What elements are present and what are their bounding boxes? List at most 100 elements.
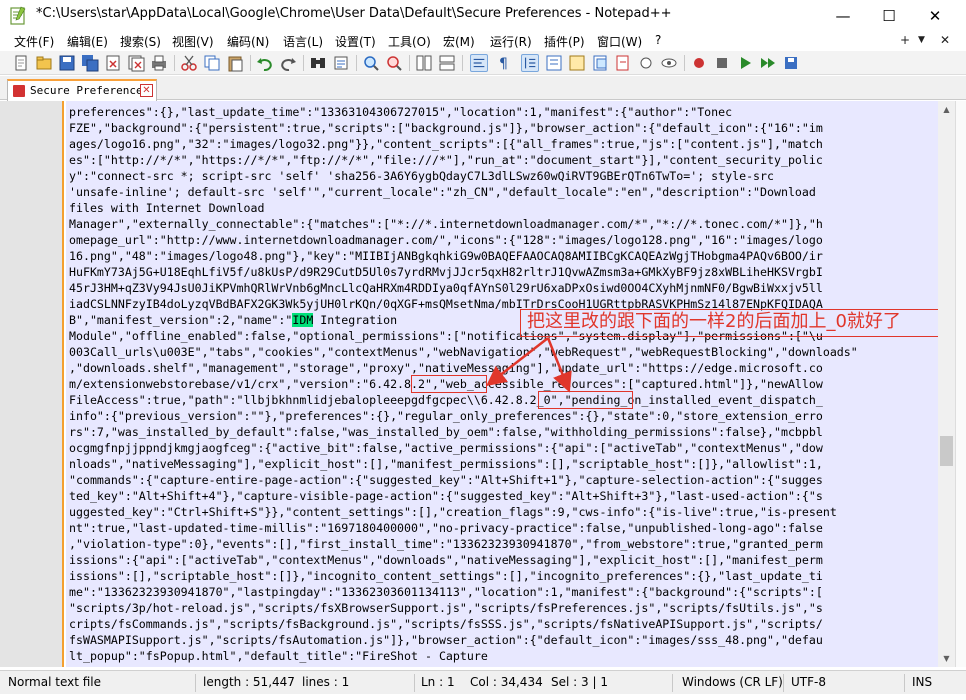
notepadpp-app-icon — [10, 6, 26, 25]
code-line[interactable]: Manager","externally_connectable":{"matc… — [69, 216, 858, 232]
menu-language[interactable]: 语言(L) — [283, 33, 323, 50]
status-separator — [414, 674, 415, 692]
menu-file[interactable]: 文件(F) — [14, 33, 54, 50]
code-line[interactable]: cripts/fsCommands.js","scripts/fsBackgro… — [69, 616, 858, 632]
save-macro-icon[interactable] — [782, 54, 800, 72]
menu-edit[interactable]: 编辑(E) — [67, 33, 108, 50]
code-line[interactable]: files with Internet Download — [69, 200, 858, 216]
zoom-out-icon[interactable] — [385, 54, 403, 72]
record-macro-icon[interactable] — [690, 54, 708, 72]
sync-horizontal-icon[interactable] — [438, 54, 456, 72]
code-line[interactable]: preferences":{},"last_update_time":"1336… — [69, 104, 858, 120]
menu-tools[interactable]: 工具(O) — [388, 33, 431, 50]
code-line[interactable]: ,"downloads.shelf","management","storage… — [69, 360, 858, 376]
code-line[interactable]: uggested_key":"Ctrl+Shift+S"}},"content_… — [69, 504, 858, 520]
tab-close-icon[interactable]: ✕ — [140, 84, 153, 97]
code-line[interactable]: issions":{"api":["activeTab","contextMen… — [69, 552, 858, 568]
new-document-plus[interactable]: + — [900, 33, 910, 47]
code-line[interactable]: "scripts/3p/hot-reload.js","scripts/fsXB… — [69, 600, 858, 616]
monitoring-icon[interactable] — [637, 54, 655, 72]
tab-label: Secure Preferences — [30, 84, 150, 97]
close-file-icon[interactable] — [104, 54, 122, 72]
line-number-gutter — [0, 101, 62, 667]
undo-icon[interactable] — [256, 54, 274, 72]
code-line[interactable]: y":"connect-src *; script-src 'self' 'sh… — [69, 168, 858, 184]
indent-guide-icon[interactable] — [521, 54, 539, 72]
print-icon[interactable] — [150, 54, 168, 72]
maximize-button[interactable]: ☐ — [866, 0, 912, 31]
scroll-down-icon[interactable]: ▼ — [938, 650, 955, 667]
view-icon[interactable] — [660, 54, 678, 72]
stop-macro-icon[interactable] — [713, 54, 731, 72]
sync-vertical-icon[interactable] — [415, 54, 433, 72]
svg-text:¶: ¶ — [499, 56, 508, 72]
open-file-icon[interactable] — [35, 54, 53, 72]
menu-settings[interactable]: 设置(T) — [335, 33, 376, 50]
status-line-number: Ln : 1 — [421, 675, 455, 689]
menu-bar: 文件(F) 编辑(E) 搜索(S) 视图(V) 编码(N) 语言(L) 设置(T… — [0, 31, 966, 51]
menu-view[interactable]: 视图(V) — [172, 33, 214, 50]
toolbar-separator — [250, 55, 251, 71]
code-line[interactable]: es":["http://*/*","https://*/*","ftp://*… — [69, 152, 858, 168]
copy-icon[interactable] — [203, 54, 221, 72]
code-line[interactable]: ages/logo16.png","32":"images/logo32.png… — [69, 136, 858, 152]
save-icon[interactable] — [58, 54, 76, 72]
chevron-down-icon[interactable]: ▼ — [918, 35, 925, 45]
close-window-button[interactable]: ✕ — [912, 0, 958, 31]
scrollbar-thumb[interactable] — [940, 436, 953, 466]
menu-macro[interactable]: 宏(M) — [443, 33, 475, 50]
replace-icon[interactable] — [332, 54, 350, 72]
status-length: length : 51,447 — [203, 675, 295, 689]
window-title: *C:\Users\star\AppData\Local\Google\Chro… — [36, 6, 672, 21]
code-line[interactable]: FZE","background":{"persistent":true,"sc… — [69, 120, 858, 136]
play-macro-multiple-icon[interactable] — [759, 54, 777, 72]
function-list-icon[interactable] — [591, 54, 609, 72]
code-line[interactable]: nloads","nativeMessaging"],"explicit_hos… — [69, 456, 858, 472]
code-line[interactable]: FileAccess":true,"path":"llbjbkhnmlidjeb… — [69, 392, 858, 408]
menu-search[interactable]: 搜索(S) — [120, 33, 161, 50]
search-match-highlight: IDM — [292, 313, 314, 327]
code-line[interactable]: ,"violation-type":0},"events":[],"first_… — [69, 536, 858, 552]
vertical-scrollbar[interactable]: ▲ ▼ — [938, 101, 955, 667]
code-line[interactable]: info":{"previous_version":""},"preferenc… — [69, 408, 858, 424]
scroll-up-icon[interactable]: ▲ — [938, 101, 955, 118]
code-line[interactable]: ocgmgfnpjjppndjkmgjaogfceg":{"active_bit… — [69, 440, 858, 456]
code-line[interactable]: rs":7,"was_installed_by_default":false,"… — [69, 424, 858, 440]
cut-icon[interactable] — [180, 54, 198, 72]
status-separator — [904, 674, 905, 692]
minimize-button[interactable]: — — [820, 0, 866, 31]
code-line[interactable]: lt_popup":"fsPopup.html","default_title"… — [69, 648, 858, 664]
menu-window[interactable]: 窗口(W) — [597, 33, 642, 50]
code-line[interactable]: ted_key":"Alt+Shift+4"},"capture-visible… — [69, 488, 858, 504]
tab-secure-preferences[interactable]: Secure Preferences ✕ — [7, 79, 157, 101]
menu-encoding[interactable]: 编码(N) — [227, 33, 269, 50]
code-line[interactable]: fsWASMAPISupport.js","scripts/fsAutomati… — [69, 632, 858, 648]
menu-help[interactable]: ? — [655, 33, 661, 47]
code-line[interactable]: 'unsafe-inline'; default-src 'self'","cu… — [69, 184, 858, 200]
code-line[interactable]: 45rJ3HM+qZ3Vy94JsU0JiKPVmhQRlWrVnb6gMncL… — [69, 280, 858, 296]
code-line[interactable]: nt":true,"last-updated-time-millis":"169… — [69, 520, 858, 536]
code-line[interactable]: 16.png","48":"images/logo48.png"},"key":… — [69, 248, 858, 264]
doc-map-icon[interactable] — [568, 54, 586, 72]
code-line[interactable]: me":"13362323930941870","lastpingday":"1… — [69, 584, 858, 600]
code-line[interactable]: 003Call_urls\u003E","tabs","cookies","co… — [69, 344, 858, 360]
paste-icon[interactable] — [226, 54, 244, 72]
menu-run[interactable]: 运行(R) — [490, 33, 532, 50]
code-line[interactable]: omepage_url":"http://www.internetdownloa… — [69, 232, 858, 248]
redo-icon[interactable] — [279, 54, 297, 72]
code-line[interactable]: HuFKmY73Aj5G+U18EqhLfiV5f/u8kUsP/d9R29Cu… — [69, 264, 858, 280]
word-wrap-icon[interactable] — [470, 54, 488, 72]
code-line[interactable]: issions":[],"scriptable_host":[]},"incog… — [69, 568, 858, 584]
close-document-icon[interactable]: ✕ — [940, 33, 950, 47]
folder-as-workspace-icon[interactable] — [614, 54, 632, 72]
play-macro-icon[interactable] — [736, 54, 754, 72]
save-all-icon[interactable] — [81, 54, 99, 72]
show-all-characters-icon[interactable]: ¶ — [495, 54, 513, 72]
udl-icon[interactable] — [545, 54, 563, 72]
zoom-in-icon[interactable] — [362, 54, 380, 72]
new-file-icon[interactable] — [12, 54, 30, 72]
find-icon[interactable] — [309, 54, 327, 72]
close-all-icon[interactable] — [127, 54, 145, 72]
menu-plugins[interactable]: 插件(P) — [544, 33, 585, 50]
code-line[interactable]: "commands":{"capture-entire-page-action"… — [69, 472, 858, 488]
